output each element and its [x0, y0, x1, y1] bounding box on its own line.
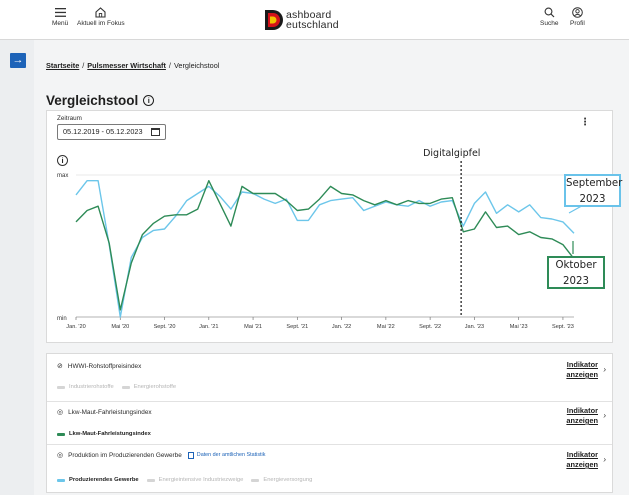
page-title-text: Vergleichstool: [46, 93, 139, 108]
x-axis: Jan. '20 Mai '20 Sept. '20 Jan. '21 Mai '21 S…: [66, 317, 574, 330]
eye-slash-icon[interactable]: ⊘: [57, 362, 63, 370]
page: Menü Aktuell im Fokus ashboard eutschlan…: [0, 0, 629, 495]
official-statistics-badge[interactable]: Daten der amtlichen Statistik: [187, 451, 265, 459]
logo-wordmark: ashboard eutschland: [286, 9, 339, 31]
x-tick-label: Jan. '22: [332, 324, 351, 330]
menu-button[interactable]: Menü: [52, 6, 68, 27]
indicator-lkw-maut: ◎ Lkw-Maut-Fahrleistungsindex: [57, 408, 607, 417]
legend-item-energieversorgung[interactable]: Energieversorgung: [251, 477, 312, 483]
page-title: Vergleichstool i: [46, 93, 155, 108]
x-tick-label: Mai '22: [377, 324, 395, 330]
legend-item-energierohstoffe[interactable]: Energierohstoffe: [121, 384, 176, 390]
legend-item-lkw-maut[interactable]: Lkw-Maut-Fahrleistungsindex: [57, 431, 151, 437]
home-icon: [95, 6, 106, 19]
indicator-lkw-maut-legend: Lkw-Maut-Fahrleistungsindex: [57, 431, 159, 437]
search-label: Suche: [540, 20, 559, 27]
x-tick-label: Jan. '20: [66, 324, 85, 330]
lkw-maut-fahrleistungsindex-line: [75, 179, 575, 311]
produzierendes-gewerbe-line: [75, 179, 575, 318]
arrow-right-icon: →: [12, 54, 24, 66]
breadcrumb-section-link[interactable]: Pulsmesser Wirtschaft: [87, 61, 166, 70]
sidebar-toggle-button[interactable]: →: [10, 53, 26, 68]
profile-button[interactable]: Profil: [570, 6, 585, 27]
line-chart: max min Jan. '20 Mai '20 Sept. '20 Jan. '21…: [57, 148, 588, 330]
x-tick-label: Sept. '20: [154, 324, 176, 330]
chevron-right-icon: ›: [603, 365, 606, 374]
divider: [47, 444, 612, 445]
breadcrumb: Startseite / Pulsmesser Wirtschaft / Verglei…: [46, 61, 220, 70]
x-tick-label: Jan. '21: [199, 324, 218, 330]
divider: [47, 401, 612, 402]
top-header: Menü Aktuell im Fokus ashboard eutschlan…: [0, 0, 629, 40]
chart-card: Zeitraum 05.12.2019 - 05.12.2023 ⋮ i max…: [46, 110, 622, 343]
indicator-panel: ⊘ HWWI-Rohstoffpreisindex Industrierohst…: [46, 353, 613, 493]
focus-button[interactable]: Aktuell im Fokus: [77, 6, 125, 27]
chevron-right-icon: ›: [603, 411, 606, 420]
indicator-hwwi-legend: Industrierohstoffe Energierohstoffe: [57, 384, 184, 390]
indicator-lkw-maut-show-link[interactable]: Indikator anzeigen ›: [566, 406, 606, 426]
profile-label: Profil: [570, 20, 585, 27]
indicator-lkw-maut-header: ◎ Lkw-Maut-Fahrleistungsindex: [57, 408, 607, 417]
search-button[interactable]: Suche: [540, 6, 558, 27]
breadcrumb-home-link[interactable]: Startseite: [46, 61, 79, 70]
logo-d-mark: [263, 9, 285, 31]
indicator-produktion-legend: Produzierendes Gewerbe Energieintensive …: [57, 477, 320, 483]
chart-series: [75, 179, 575, 318]
user-icon: [572, 6, 583, 19]
september-2023-callout: September 2023: [564, 174, 622, 207]
legend-item-industrierohstoffe[interactable]: Industrierohstoffe: [57, 384, 114, 390]
legend-item-produzierendes-gewerbe[interactable]: Produzierendes Gewerbe: [57, 477, 139, 483]
document-icon: [187, 451, 194, 459]
indicator-hwwi-show-link[interactable]: Indikator anzeigen ›: [566, 360, 606, 380]
x-tick-label: Sept. '22: [419, 324, 441, 330]
indicator-produktion-title: Produktion im Produzierenden Gewerbe: [68, 451, 182, 459]
indicator-lkw-maut-title: Lkw-Maut-Fahrleistungsindex: [68, 408, 152, 416]
menu-label: Menü: [52, 20, 69, 27]
x-tick-label: Sept. '21: [286, 324, 308, 330]
y-tick-min: min: [57, 316, 67, 322]
indicator-produktion-show-link[interactable]: Indikator anzeigen ›: [566, 450, 606, 470]
x-tick-label: Mai '23: [510, 324, 528, 330]
sidebar-strip: [0, 40, 34, 495]
dashboard-deutschland-logo[interactable]: ashboard eutschland: [263, 9, 339, 31]
indicator-hwwi-title: HWWI-Rohstoffpreisindex: [67, 362, 142, 370]
eye-icon[interactable]: ◎: [57, 408, 63, 416]
indicator-produktion: ◎ Produktion im Produzierenden Gewerbe D…: [57, 451, 607, 459]
chevron-right-icon: ›: [603, 455, 606, 464]
focus-label: Aktuell im Fokus: [77, 20, 125, 27]
oktober-2023-callout: Oktober 2023: [547, 256, 605, 289]
x-tick-label: Jan. '23: [465, 324, 484, 330]
x-tick-label: Mai '20: [111, 324, 129, 330]
hamburger-icon: [54, 6, 66, 19]
info-icon[interactable]: i: [143, 95, 155, 106]
indicator-hwwi-header: ⊘ HWWI-Rohstoffpreisindex: [57, 362, 607, 371]
breadcrumb-current: Vergleichstool: [173, 61, 220, 70]
x-tick-label: Sept. '23: [552, 324, 574, 330]
indicator-hwwi: ⊘ HWWI-Rohstoffpreisindex: [57, 362, 607, 371]
y-tick-max: max: [57, 173, 68, 179]
chart-grid: [76, 174, 574, 318]
search-icon: [544, 6, 555, 19]
indicator-produktion-header: ◎ Produktion im Produzierenden Gewerbe D…: [57, 451, 607, 459]
eye-icon[interactable]: ◎: [57, 451, 63, 459]
legend-item-energieintensive-industriezweige[interactable]: Energieintensive Industriezweige: [146, 477, 243, 483]
digitalgipfel-label: Digitalgipfel: [423, 148, 480, 159]
x-tick-label: Mai '21: [244, 324, 262, 330]
